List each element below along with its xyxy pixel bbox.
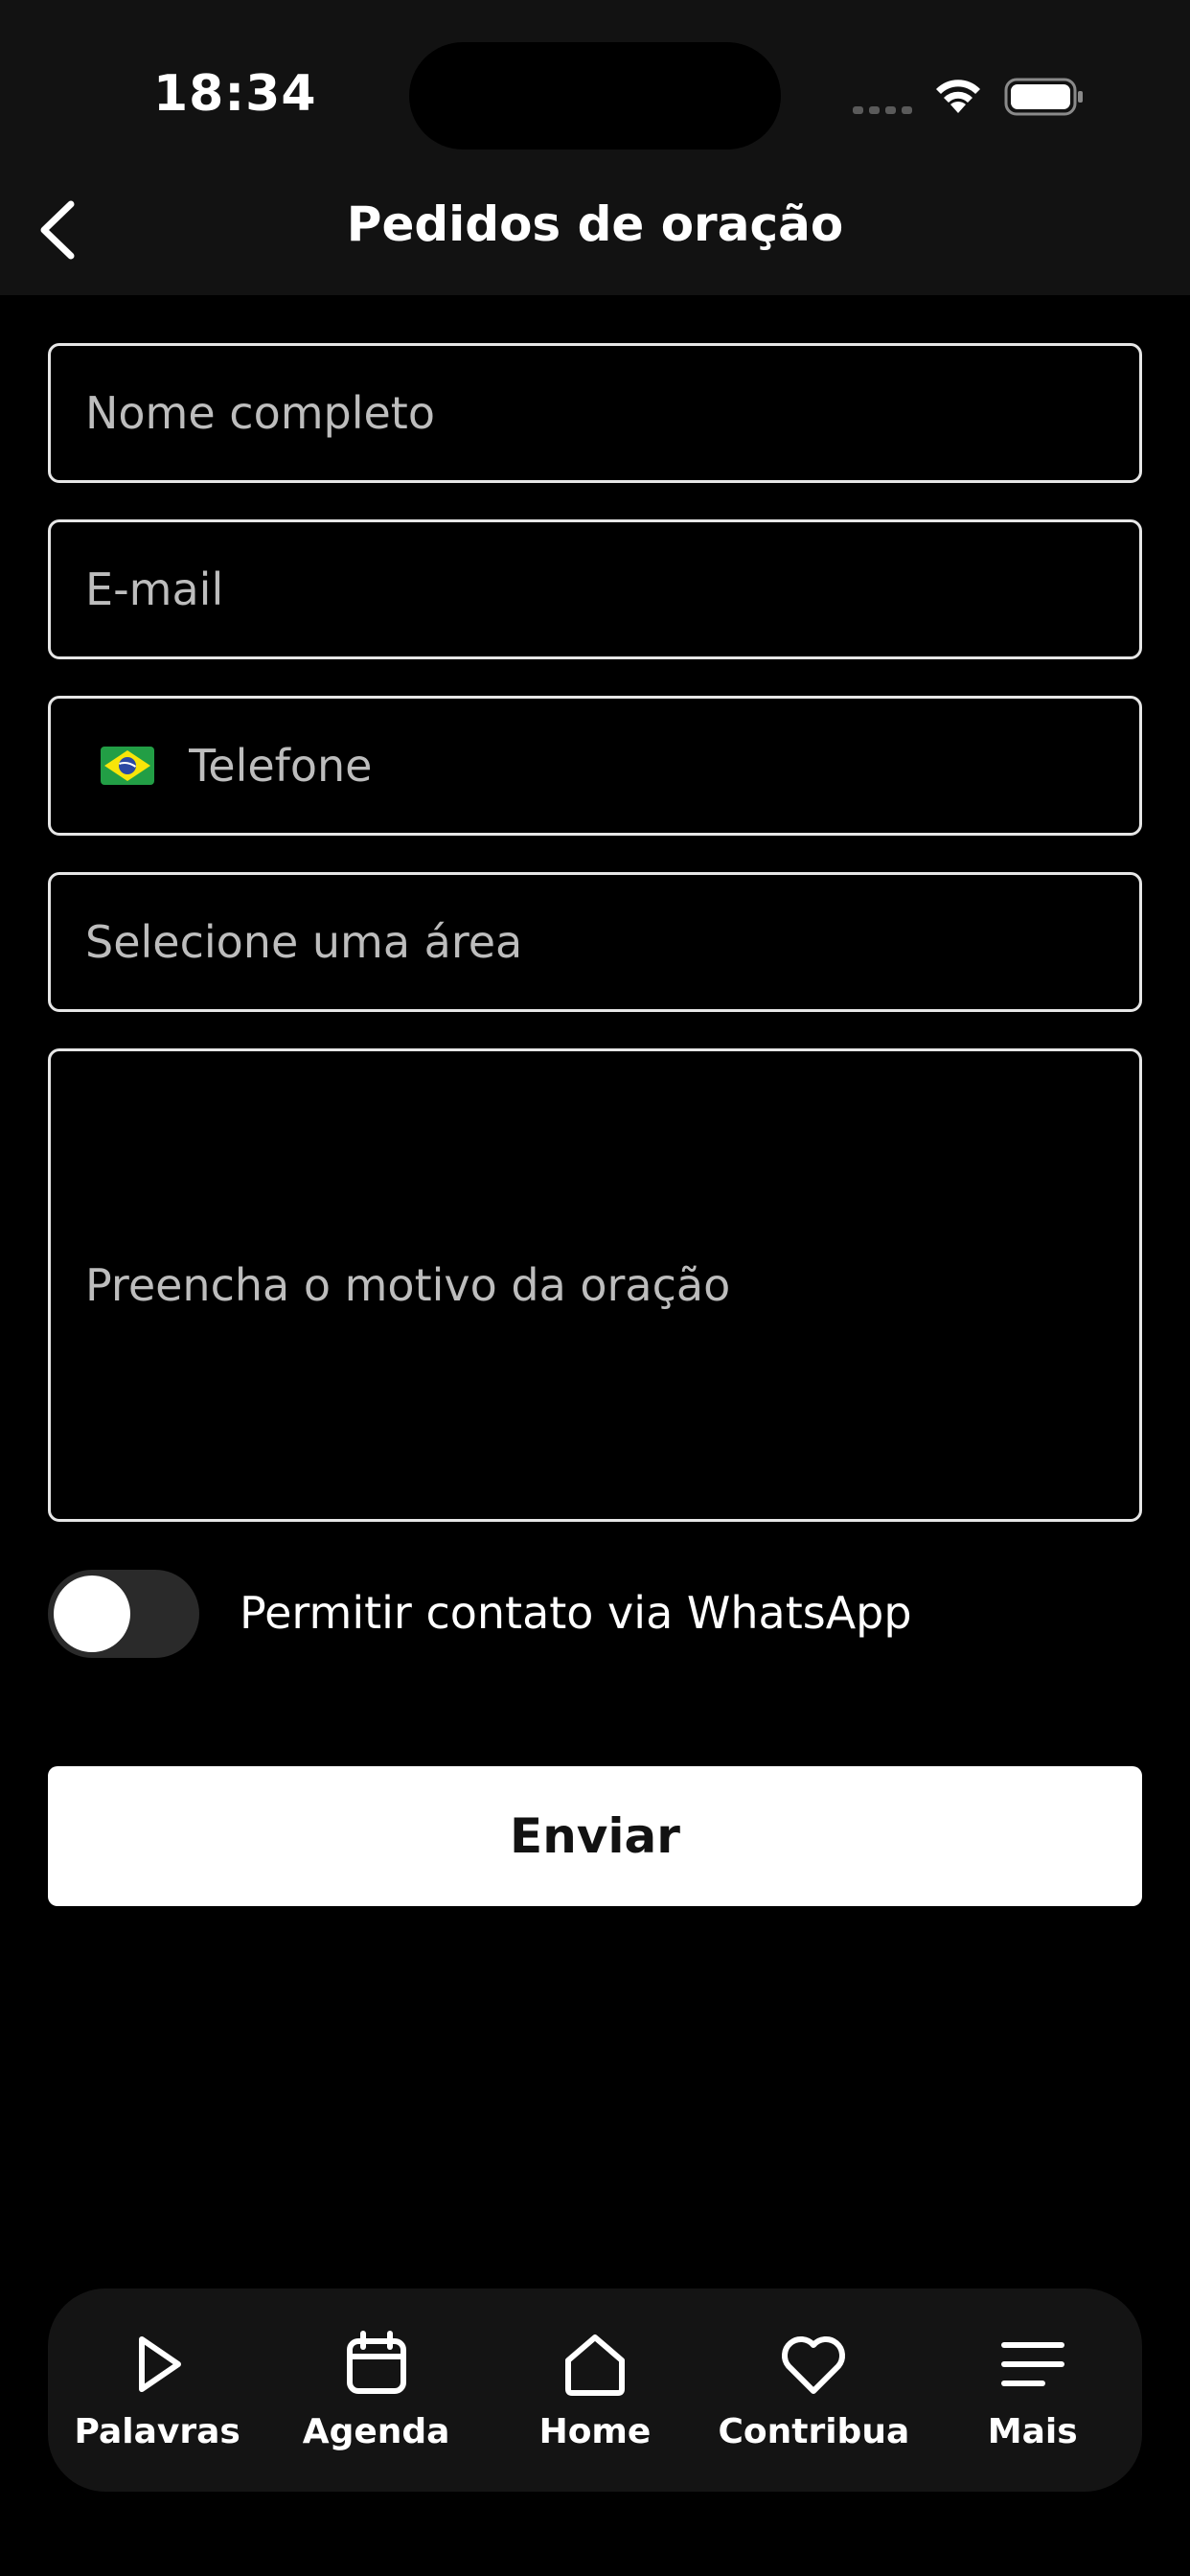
reason-placeholder: Preencha o motivo da oração (85, 1259, 731, 1311)
email-input[interactable] (85, 564, 1139, 615)
phone-field[interactable] (48, 696, 1142, 836)
status-time: 18:34 (153, 65, 317, 123)
toggle-knob (54, 1576, 130, 1652)
signal-icon (853, 106, 912, 114)
tab-label: Contribua (718, 2411, 910, 2451)
whatsapp-toggle[interactable] (48, 1570, 199, 1658)
top-bar: 18:34 Pedidos de oração (0, 0, 1190, 295)
whatsapp-toggle-label: Permitir contato via WhatsApp (240, 1587, 912, 1639)
tab-label: Agenda (302, 2411, 450, 2451)
battery-icon (1004, 78, 1083, 116)
phone-input[interactable] (189, 740, 1139, 792)
tab-label: Mais (987, 2411, 1078, 2451)
name-field[interactable] (48, 343, 1142, 483)
name-input[interactable] (85, 387, 1139, 439)
reason-textarea[interactable]: Preencha o motivo da oração (48, 1048, 1142, 1522)
calendar-icon (346, 2330, 406, 2394)
home-icon (564, 2334, 625, 2396)
email-field[interactable] (48, 519, 1142, 659)
tab-home[interactable]: Home (499, 2304, 691, 2476)
play-icon (139, 2335, 182, 2392)
submit-button[interactable]: Enviar (48, 1766, 1142, 1906)
tab-label: Home (538, 2411, 652, 2451)
menu-icon (1000, 2341, 1064, 2386)
dynamic-island (409, 42, 781, 150)
tab-contribua[interactable]: Contribua (718, 2304, 909, 2476)
page-title: Pedidos de oração (346, 196, 844, 252)
tab-bar: Palavras Agenda Home Contribua Mais (48, 2288, 1142, 2492)
area-select[interactable]: Selecione uma área (48, 872, 1142, 1012)
tab-mais[interactable]: Mais (937, 2304, 1129, 2476)
area-select-placeholder: Selecione uma área (85, 916, 523, 968)
tab-label: Palavras (74, 2411, 240, 2451)
brazil-flag-icon[interactable] (101, 747, 154, 785)
tab-palavras[interactable]: Palavras (61, 2304, 253, 2476)
heart-icon (782, 2335, 846, 2394)
tab-agenda[interactable]: Agenda (281, 2304, 472, 2476)
wifi-icon (936, 80, 980, 113)
